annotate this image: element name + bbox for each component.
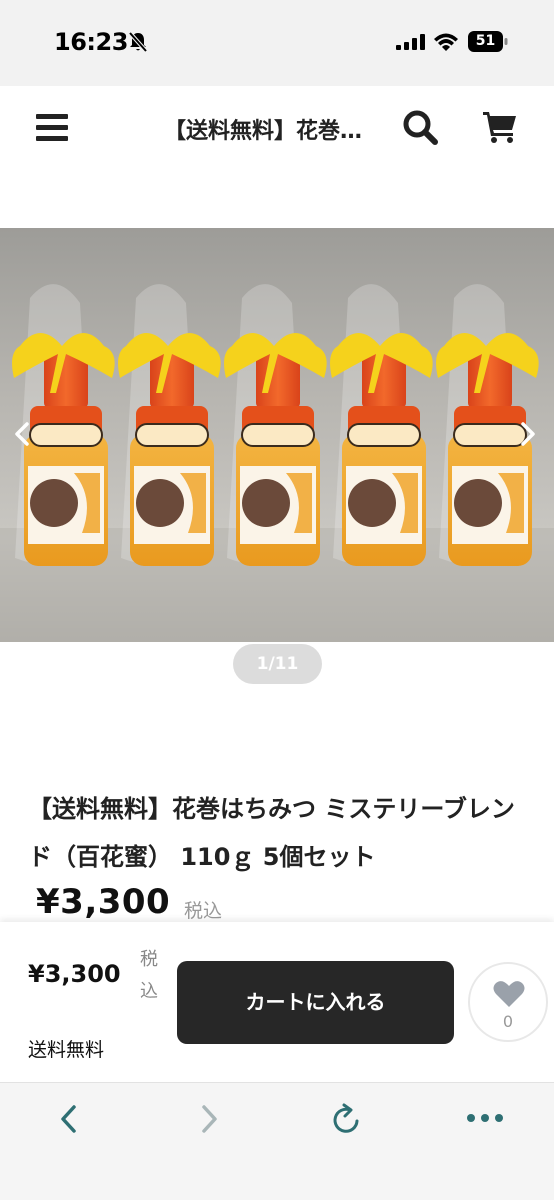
shipping-note: 送料無料: [28, 1039, 105, 1061]
favorite-count: 0: [502, 1012, 514, 1031]
reload-icon[interactable]: [330, 1101, 364, 1137]
image-pager: 1/11: [233, 644, 322, 684]
product-price: ¥3,300: [36, 882, 171, 922]
product-name: 【送料無料】花巻はちみつ ミステリーブレンド（百花蜜） 110ｇ 5個セット: [28, 795, 515, 871]
status-bar: 16:23 51: [0, 0, 554, 86]
battery-icon: 51: [468, 31, 508, 52]
heart-icon: [493, 981, 525, 1007]
more-options-icon[interactable]: [466, 1111, 504, 1125]
cellular-signal-icon: [396, 34, 425, 50]
tax-note: 税込: [184, 900, 223, 922]
forward-arrow-icon[interactable]: [196, 1103, 222, 1135]
add-to-cart-button[interactable]: カートに入れる: [177, 961, 454, 1044]
battery-level: 51: [475, 33, 496, 49]
wifi-icon: [434, 33, 458, 51]
page-title: 【送料無料】花巻…: [164, 119, 363, 144]
search-icon[interactable]: [401, 108, 439, 146]
bar-price: ¥3,300: [28, 960, 121, 988]
hamburger-menu-icon[interactable]: [36, 110, 70, 144]
bell-off-icon: [128, 31, 148, 53]
chevron-left-icon[interactable]: [10, 418, 34, 450]
favorite-button[interactable]: 0: [468, 962, 548, 1042]
cart-icon[interactable]: [482, 108, 518, 144]
bar-tax-note: 税込: [140, 949, 158, 1002]
product-image-gallery[interactable]: [0, 228, 554, 642]
purchase-bar: ¥3,300 税込 送料無料 カートに入れる 0: [0, 922, 554, 1082]
honey-jars-photo: [0, 283, 554, 642]
chevron-right-icon[interactable]: [516, 418, 540, 450]
app-header: 【送料無料】花巻…: [0, 86, 554, 176]
status-time: 16:23: [54, 28, 128, 56]
back-arrow-icon[interactable]: [56, 1103, 82, 1135]
browser-toolbar: [0, 1082, 554, 1200]
